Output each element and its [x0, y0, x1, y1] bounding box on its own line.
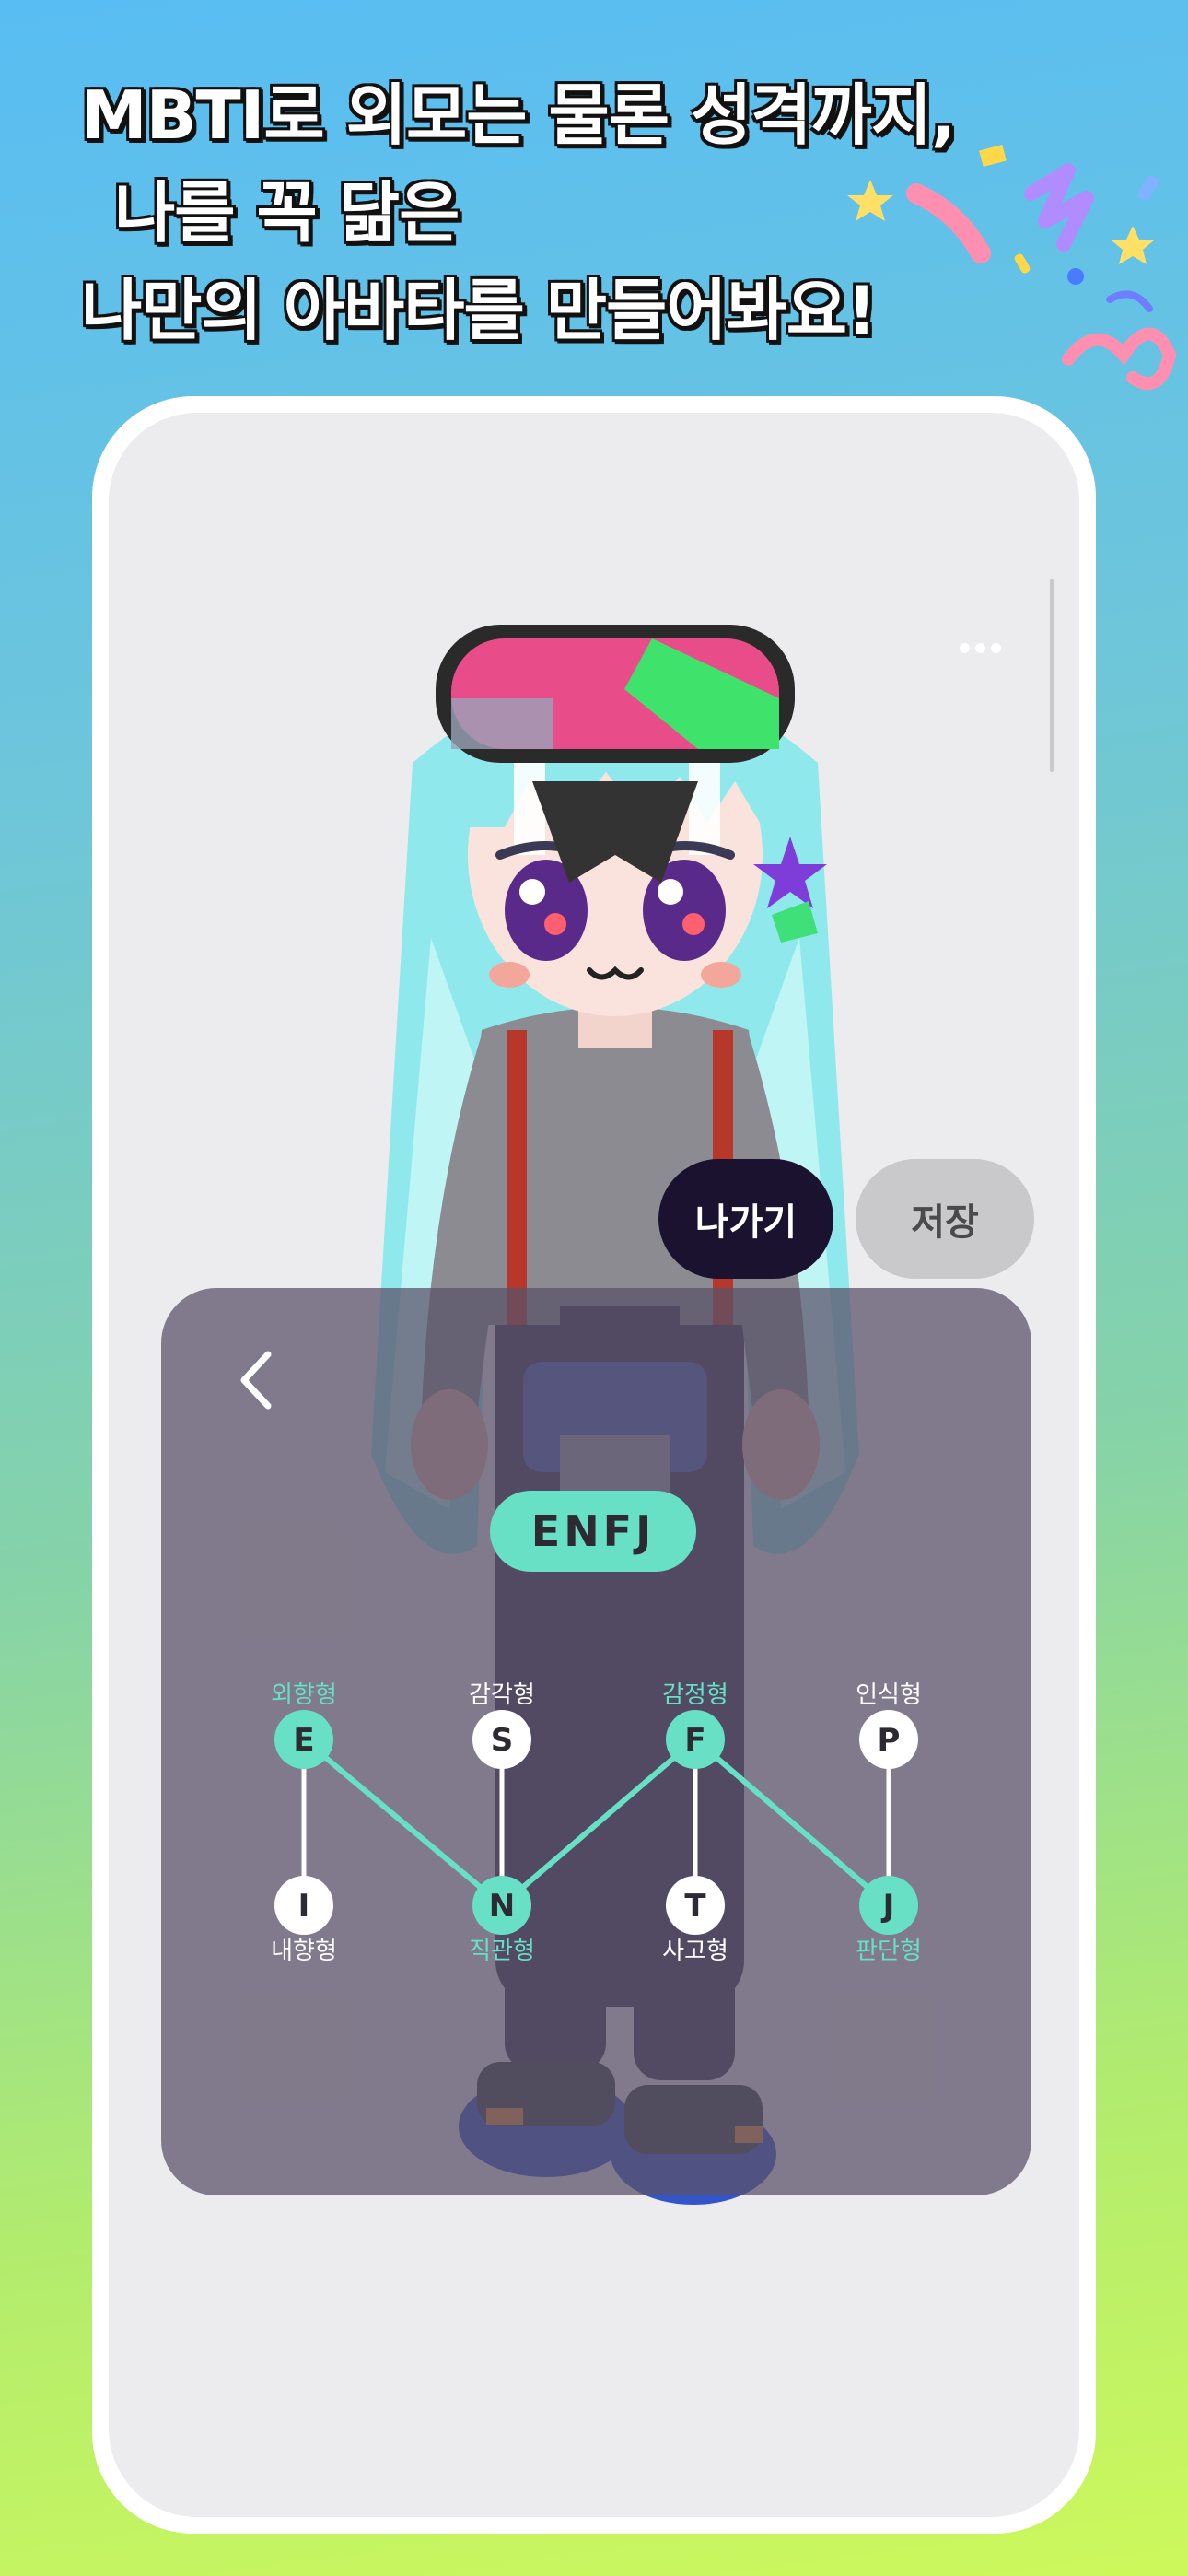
selection-path: [302, 1737, 891, 1908]
promo-headline: MBTI로 외모는 물론 성격까지, 나를 꼭 닮은 나만의 아바타를 만들어봐…: [81, 66, 956, 359]
mbti-letter-e: E: [293, 1722, 314, 1759]
mbti-axes-graph: E 외향형 I 내향형 S 감각형 N 직관형 F 감정형 T 사고형 P 인식형 J 판단형: [271, 1681, 922, 1965]
mbti-letter-f: F: [684, 1722, 705, 1759]
exit-button[interactable]: 나가기: [658, 1159, 833, 1279]
mbti-letter-j: J: [881, 1888, 895, 1925]
mbti-label-n: 직관형: [469, 1938, 535, 1965]
mbti-panel: E N F J E 외향형 I 내향형 S 감각형 N 직관형 F 감정형 T 사고형 P 인식형 J 판단형: [161, 1288, 1031, 2195]
mbti-label-f: 감정형: [662, 1681, 728, 1709]
mbti-letter-s: S: [491, 1722, 514, 1759]
avatar-screen: 나가기 저장 E N F J E 외향형 I 내향형 S 감각형 N 직관형 F 감정형 T 사고형 P 인식형…: [109, 413, 1079, 2517]
mbti-label-e: 외향형: [271, 1681, 337, 1709]
scrollbar[interactable]: [1050, 579, 1054, 772]
more-options-icon[interactable]: [960, 643, 1001, 653]
headline-line-1: MBTI로 외모는 물론 성격까지,: [81, 76, 956, 154]
mbti-label-i: 내향형: [271, 1938, 337, 1965]
mbti-label-j: 판단형: [856, 1938, 922, 1965]
mbti-label-t: 사고형: [662, 1938, 728, 1965]
mbti-letter-i: I: [298, 1888, 310, 1925]
headline-line-3: 나만의 아바타를 만들어봐요!: [81, 272, 877, 349]
mbti-label-p: 인식형: [856, 1681, 922, 1709]
mbti-letter-n: N: [489, 1888, 515, 1925]
mbti-letter-p: P: [878, 1722, 901, 1759]
mbti-label-s: 감각형: [469, 1681, 535, 1709]
mbti-letter-t: T: [684, 1888, 706, 1925]
confetti-decoration: [847, 144, 1177, 391]
headline-line-2: 나를 꼭 닮은: [114, 174, 460, 252]
save-button[interactable]: 저장: [856, 1159, 1034, 1279]
phone-frame: 나가기 저장 E N F J E 외향형 I 내향형 S 감각형 N 직관형 F 감정형 T 사고형 P 인식형…: [92, 396, 1096, 2534]
